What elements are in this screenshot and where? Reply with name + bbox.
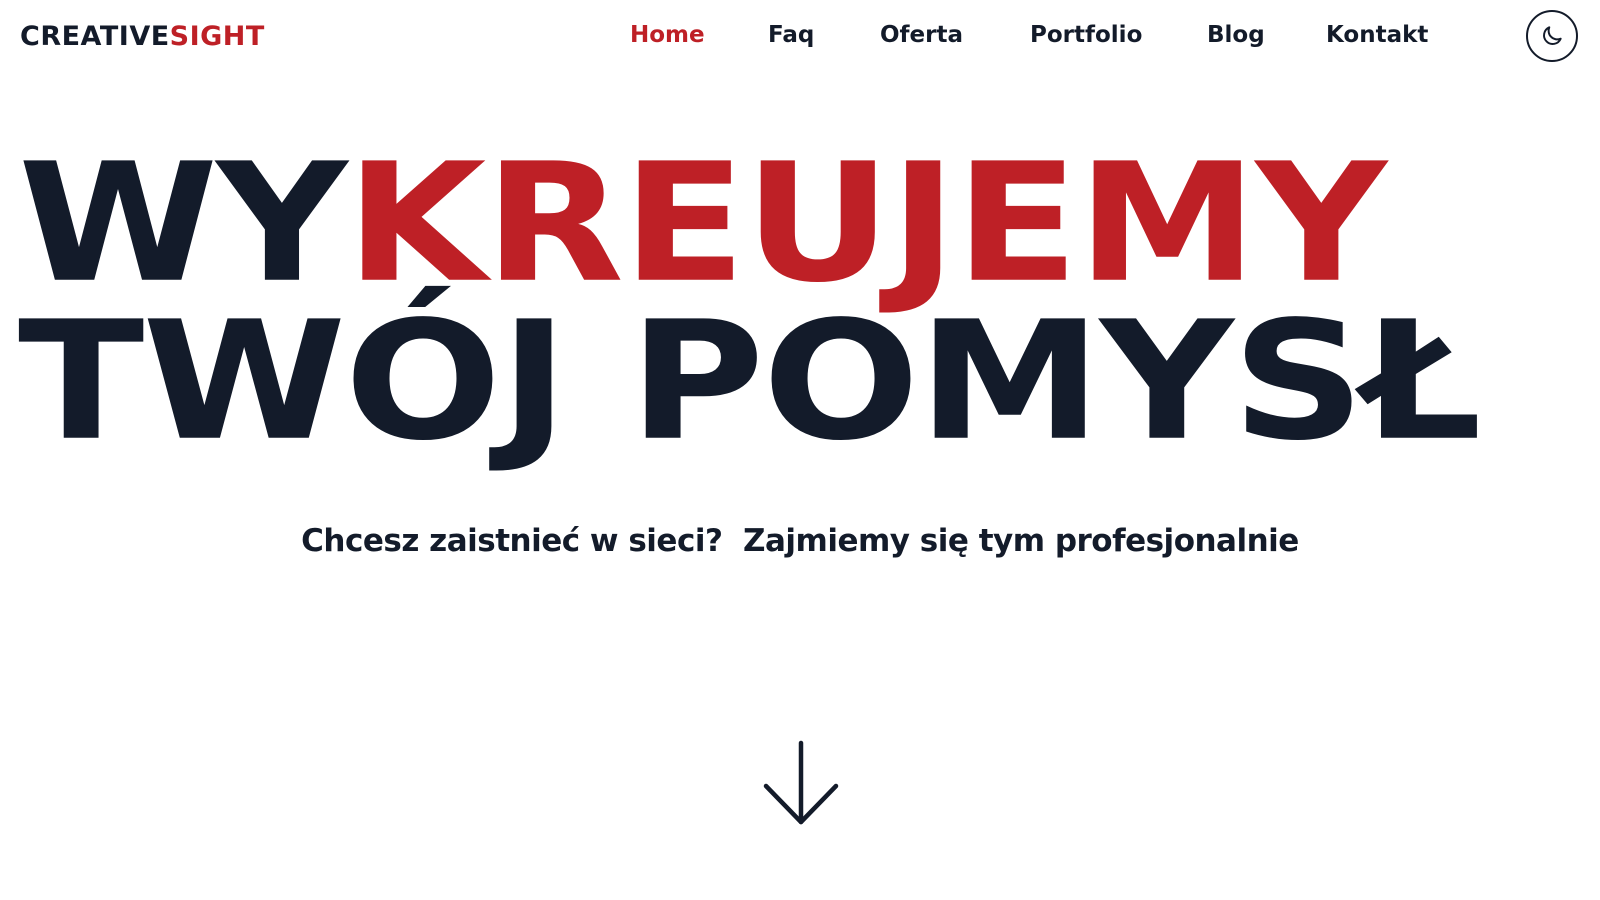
logo[interactable]: CREATIVESIGHT <box>20 22 265 52</box>
hero-title-line-1: WYKREUJEMY <box>18 141 1387 305</box>
hero-subtitle: Chcesz zaistnieć w sieci? Zajmiemy się t… <box>301 523 1299 559</box>
nav-item-blog[interactable]: Blog <box>1207 22 1265 48</box>
nav-item-oferta[interactable]: Oferta <box>880 22 963 48</box>
nav-item-faq[interactable]: Faq <box>768 22 814 48</box>
nav-item-kontakt[interactable]: Kontakt <box>1326 22 1428 48</box>
logo-text-creative: CREATIVE <box>20 21 170 52</box>
hero-title-line-2: TWÓJ POMYSŁ <box>18 285 1482 477</box>
scroll-down-button[interactable] <box>760 740 842 830</box>
site-header: CREATIVESIGHT Home Faq Oferta Portfolio … <box>0 0 1600 78</box>
nav-item-portfolio[interactable]: Portfolio <box>1030 22 1142 48</box>
arrow-down-icon <box>763 740 839 825</box>
nav-item-home[interactable]: Home <box>630 22 705 48</box>
logo-text-sight: SIGHT <box>169 21 265 52</box>
theme-toggle-button[interactable] <box>1526 10 1578 62</box>
moon-icon <box>1543 26 1562 45</box>
page: CREATIVESIGHT Home Faq Oferta Portfolio … <box>0 0 1600 900</box>
